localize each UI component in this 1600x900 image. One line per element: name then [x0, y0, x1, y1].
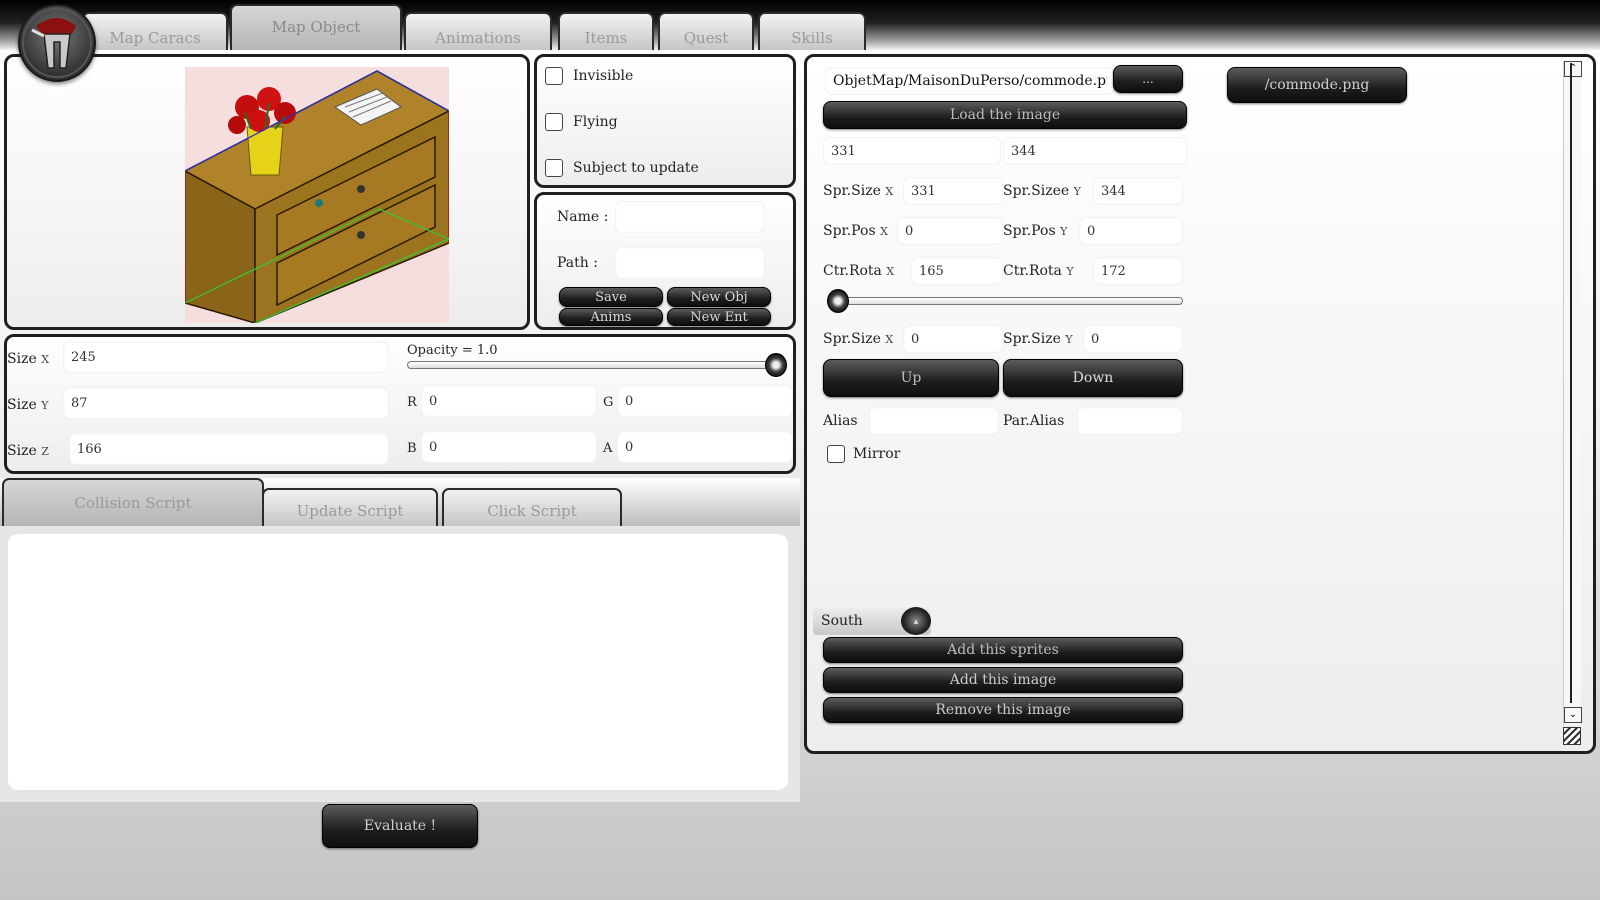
subject-to-update-label: Subject to update [573, 160, 699, 176]
a-label: A [603, 441, 613, 456]
rotation-slider-track[interactable] [827, 297, 1183, 305]
new-obj-button[interactable]: New Obj [667, 287, 771, 307]
object-sprite-preview [183, 67, 451, 325]
spr-pos-x-label: Spr.Pos X [823, 223, 888, 239]
subject-to-update-checkbox[interactable] [545, 159, 563, 177]
load-image-button[interactable]: Load the image [823, 101, 1187, 129]
size-z-input[interactable] [69, 433, 389, 465]
size-y-input[interactable] [63, 387, 389, 419]
add-image-button[interactable]: Add this image [823, 667, 1183, 693]
name-label: Name : [557, 209, 609, 225]
browse-button[interactable]: ... [1113, 65, 1183, 93]
spr-pos-y-input[interactable] [1079, 217, 1183, 245]
spr-size2-y-input[interactable] [1083, 325, 1183, 353]
tab-items[interactable]: Items [558, 12, 654, 50]
size-y-label: Size Y [7, 397, 49, 413]
image-height-input[interactable] [1003, 137, 1187, 165]
image-width-input[interactable] [823, 137, 1001, 165]
script-editor[interactable] [8, 534, 788, 790]
mirror-checkbox[interactable] [827, 445, 845, 463]
resize-grip-icon[interactable] [1563, 727, 1581, 745]
spr-size-x-label: Spr.Size X [823, 183, 894, 199]
opacity-slider-track[interactable] [407, 361, 787, 369]
spr-size-y-input[interactable] [1093, 177, 1183, 205]
down-button[interactable]: Down [1003, 359, 1183, 397]
sprite-editor-panel: ... Load the image Spr.Size X Spr.Sizee … [804, 54, 1596, 754]
tab-map-object[interactable]: Map Object [230, 4, 402, 50]
r-label: R [407, 395, 417, 410]
r-input[interactable] [421, 385, 597, 417]
scrollbar-track[interactable] [1570, 63, 1586, 703]
script-editor-frame [0, 526, 800, 802]
invisible-checkbox[interactable] [545, 67, 563, 85]
opacity-label: Opacity = 1.0 [407, 343, 498, 358]
flying-checkbox[interactable] [545, 113, 563, 131]
sprite-path-input[interactable] [825, 67, 1115, 95]
game-logo-icon [18, 4, 96, 82]
tab-collision-script[interactable]: Collision Script [2, 478, 264, 526]
image-list-item[interactable]: /commode.png [1227, 67, 1407, 103]
evaluate-button[interactable]: Evaluate ! [322, 804, 478, 848]
ctr-rota-x-label: Ctr.Rota X [823, 263, 895, 279]
tab-animations[interactable]: Animations [404, 12, 552, 50]
spr-pos-x-input[interactable] [897, 217, 1003, 245]
anims-button[interactable]: Anims [559, 308, 663, 326]
ctr-rota-x-input[interactable] [911, 257, 1003, 285]
g-input[interactable] [617, 385, 793, 417]
par-alias-label: Par.Alias [1003, 413, 1065, 429]
object-preview-panel [4, 54, 530, 330]
remove-image-button[interactable]: Remove this image [823, 697, 1183, 723]
flying-label: Flying [573, 114, 618, 130]
spr-pos-y-label: Spr.Pos Y [1003, 223, 1068, 239]
object-size-color-panel: Size X Size Y Size Z Opacity = 1.0 R G B… [4, 334, 796, 474]
path-input[interactable] [615, 247, 765, 279]
up-button[interactable]: Up [823, 359, 999, 397]
direction-value: South [821, 613, 863, 629]
spr-size2-x-label: Spr.Size X [823, 331, 894, 347]
new-ent-button[interactable]: New Ent [667, 308, 771, 326]
g-label: G [603, 395, 614, 410]
a-input[interactable] [617, 431, 793, 463]
ctr-rota-y-label: Ctr.Rota Y [1003, 263, 1074, 279]
alias-input[interactable] [869, 407, 999, 435]
b-label: B [407, 441, 417, 456]
path-label: Path : [557, 255, 598, 271]
tab-click-script[interactable]: Click Script [442, 488, 622, 526]
tab-update-script[interactable]: Update Script [262, 488, 438, 526]
add-sprites-button[interactable]: Add this sprites [823, 637, 1183, 663]
spr-size-x-input[interactable] [903, 177, 1003, 205]
object-flags-panel: Invisible Flying Subject to update [534, 54, 796, 188]
rotation-slider-handle[interactable] [827, 289, 849, 313]
mirror-label: Mirror [853, 446, 901, 462]
opacity-slider-handle[interactable] [765, 353, 787, 377]
spr-size2-x-input[interactable] [903, 325, 1003, 353]
tab-map-caracs[interactable]: Map Caracs [82, 12, 228, 50]
object-save-panel: Name : Path : Save New Obj Anims New Ent [534, 192, 796, 330]
tab-skills[interactable]: Skills [758, 12, 866, 50]
image-list-scrollbar[interactable]: ⌃ ⌄ [1563, 61, 1582, 725]
size-x-label: Size X [7, 351, 50, 367]
direction-select[interactable]: South ▴ [813, 607, 931, 635]
spr-size2-y-label: Spr.Size Y [1003, 331, 1073, 347]
save-button[interactable]: Save [559, 287, 663, 307]
arrow-down-icon[interactable]: ⌄ [1564, 707, 1582, 723]
dropdown-icon[interactable]: ▴ [901, 607, 931, 635]
alias-label: Alias [823, 413, 858, 429]
par-alias-input[interactable] [1077, 407, 1183, 435]
invisible-label: Invisible [573, 68, 634, 84]
b-input[interactable] [421, 431, 597, 463]
spr-size-y-label: Spr.Sizee Y [1003, 183, 1081, 199]
name-input[interactable] [615, 201, 765, 233]
size-z-label: Size Z [7, 443, 49, 459]
tab-quest[interactable]: Quest [658, 12, 754, 50]
ctr-rota-y-input[interactable] [1093, 257, 1183, 285]
size-x-input[interactable] [63, 341, 389, 373]
